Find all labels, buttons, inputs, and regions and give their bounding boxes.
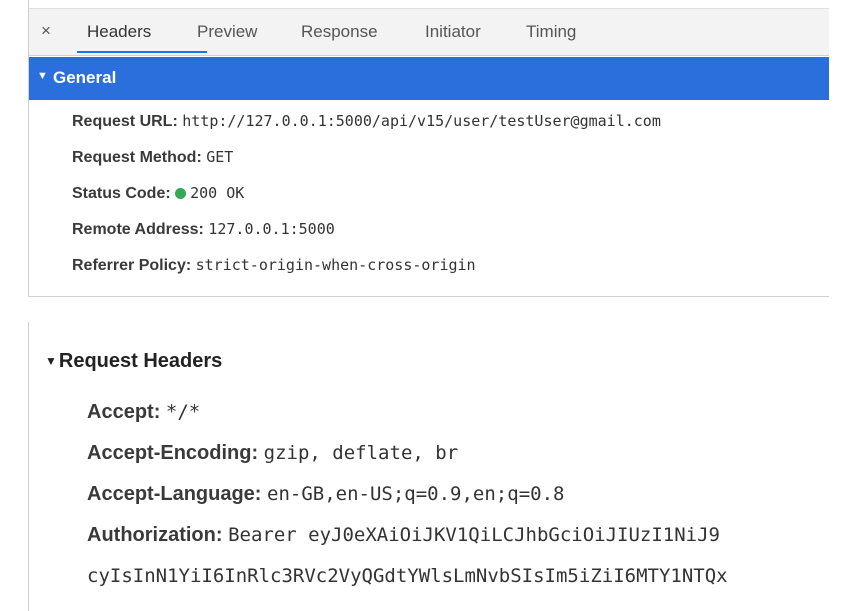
status-ok-icon [175,188,187,199]
tab-preview[interactable]: Preview [197,22,257,42]
row-value: http://127.0.0.1:5000/api/v15/user/testU… [182,112,661,130]
request-headers-title: Request Headers [58,350,223,372]
row-value: 200 OK [190,184,245,202]
row-key: Request Method: [72,149,207,166]
general-panel: × Headers Preview Response Initiator Tim… [28,0,829,297]
header-row-authorization-continued: cyIsInN1YiI6InRlc3RVc2VyQGdtYWlsLmNvbSIs… [87,564,728,588]
row-value: en-GB,en-US;q=0.9,en;q=0.8 [267,483,565,505]
row-key: Status Code: [72,185,176,202]
tab-headers[interactable]: Headers [87,22,151,42]
header-row-accept-encoding: Accept-Encoding: gzip, deflate, br [87,441,458,465]
row-value: gzip, deflate, br [263,442,459,464]
row-value: 127.0.0.1:5000 [208,220,335,238]
tab-response[interactable]: Response [301,22,378,42]
row-value: cyIsInN1YiI6InRlc3RVc2VyQGdtYWlsLmNvbSIs… [87,565,728,587]
general-row-status-code: Status Code: 200 OK [72,183,244,204]
row-key: Accept-Language: [87,483,268,505]
row-key: Referrer Policy: [72,257,196,274]
header-row-authorization: Authorization: Bearer eyJ0eXAiOiJKV1QiLC… [87,523,720,547]
row-key: Request URL: [72,113,183,130]
tab-timing[interactable]: Timing [526,22,576,42]
header-row-accept-language: Accept-Language: en-GB,en-US;q=0.9,en;q=… [87,482,564,506]
general-row-remote-address: Remote Address: 127.0.0.1:5000 [72,219,335,240]
request-headers-section-header[interactable]: ▼ Request Headers [45,350,222,373]
row-value: strict-origin-when-cross-origin [195,256,476,274]
general-row-referrer-policy: Referrer Policy: strict-origin-when-cros… [72,255,476,276]
close-icon[interactable]: × [41,21,51,41]
tab-bar: × Headers Preview Response Initiator Tim… [29,8,829,56]
tab-initiator[interactable]: Initiator [425,22,481,42]
row-value: Bearer eyJ0eXAiOiJKV1QiLCJhbGciOiJIUzI1N… [228,524,720,546]
caret-down-icon: ▼ [45,354,57,368]
caret-down-icon: ▼ [37,70,48,82]
row-value: GET [206,148,234,166]
request-headers-panel: ▼ Request Headers Accept: */* Accept-Enco… [28,322,829,611]
header-row-accept: Accept: */* [87,400,200,424]
row-key: Accept: [87,401,166,423]
row-value: */* [165,401,201,423]
active-tab-indicator [77,51,207,53]
general-section-title: General [53,68,117,87]
row-key: Remote Address: [72,221,209,238]
general-row-request-method: Request Method: GET [72,147,233,168]
general-section-header[interactable]: ▼ General [29,57,829,100]
row-key: Authorization: [87,524,229,546]
row-key: Accept-Encoding: [87,442,264,464]
general-row-request-url: Request URL: http://127.0.0.1:5000/api/v… [72,111,661,132]
